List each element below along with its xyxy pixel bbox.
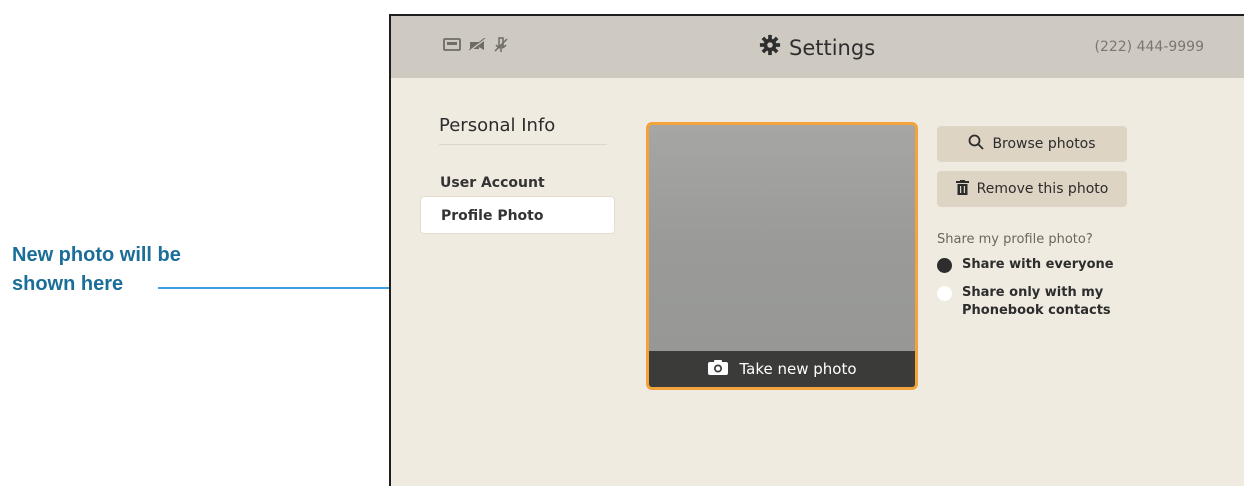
mic-off-icon <box>493 37 509 53</box>
browse-photos-button[interactable]: Browse photos <box>937 126 1127 162</box>
share-option-label-line-2: Phonebook contacts <box>962 303 1111 318</box>
menu-heading: Personal Info <box>439 115 556 136</box>
menu-item-profile-photo[interactable]: Profile Photo <box>420 196 615 234</box>
status-icons <box>443 37 509 53</box>
annotation-line-1: New photo will be <box>12 244 181 266</box>
share-option-label: Share with everyone <box>962 257 1114 272</box>
remove-photo-label: Remove this photo <box>976 181 1109 197</box>
radio-unselected-icon[interactable] <box>937 286 952 301</box>
search-icon <box>968 134 985 154</box>
take-new-photo-label: Take new photo <box>739 360 857 378</box>
remove-photo-button[interactable]: Remove this photo <box>937 171 1127 207</box>
share-question: Share my profile photo? <box>937 232 1093 247</box>
camera-off-icon <box>468 38 486 52</box>
share-option-phonebook[interactable]: Share only with my Phonebook contacts <box>937 284 1132 320</box>
share-option-label-line-1: Share only with my <box>962 285 1104 300</box>
settings-title-text: Settings <box>789 35 876 60</box>
phone-number: (222) 444-9999 <box>1094 39 1205 55</box>
menu-item-label: Profile Photo <box>441 208 544 224</box>
photo-preview: Take new photo <box>646 122 918 390</box>
top-bar: Settings (222) 444-9999 <box>391 16 1244 78</box>
annotation-callout: New photo will be shown here <box>12 241 181 299</box>
radio-selected-icon[interactable] <box>937 258 952 273</box>
video-icon <box>443 38 461 52</box>
menu-item-label: User Account <box>440 175 545 191</box>
browse-photos-label: Browse photos <box>992 136 1096 152</box>
settings-screen: Settings (222) 444-9999 Personal Info Us… <box>389 14 1244 486</box>
share-option-everyone[interactable]: Share with everyone <box>937 256 1132 274</box>
trash-icon <box>955 179 969 199</box>
camera-icon <box>707 359 729 380</box>
page-title: Settings <box>759 34 875 61</box>
take-new-photo-button[interactable]: Take new photo <box>649 351 915 387</box>
gear-icon <box>759 34 781 61</box>
annotation-line-2: shown here <box>12 273 124 295</box>
menu-divider <box>439 144 607 145</box>
